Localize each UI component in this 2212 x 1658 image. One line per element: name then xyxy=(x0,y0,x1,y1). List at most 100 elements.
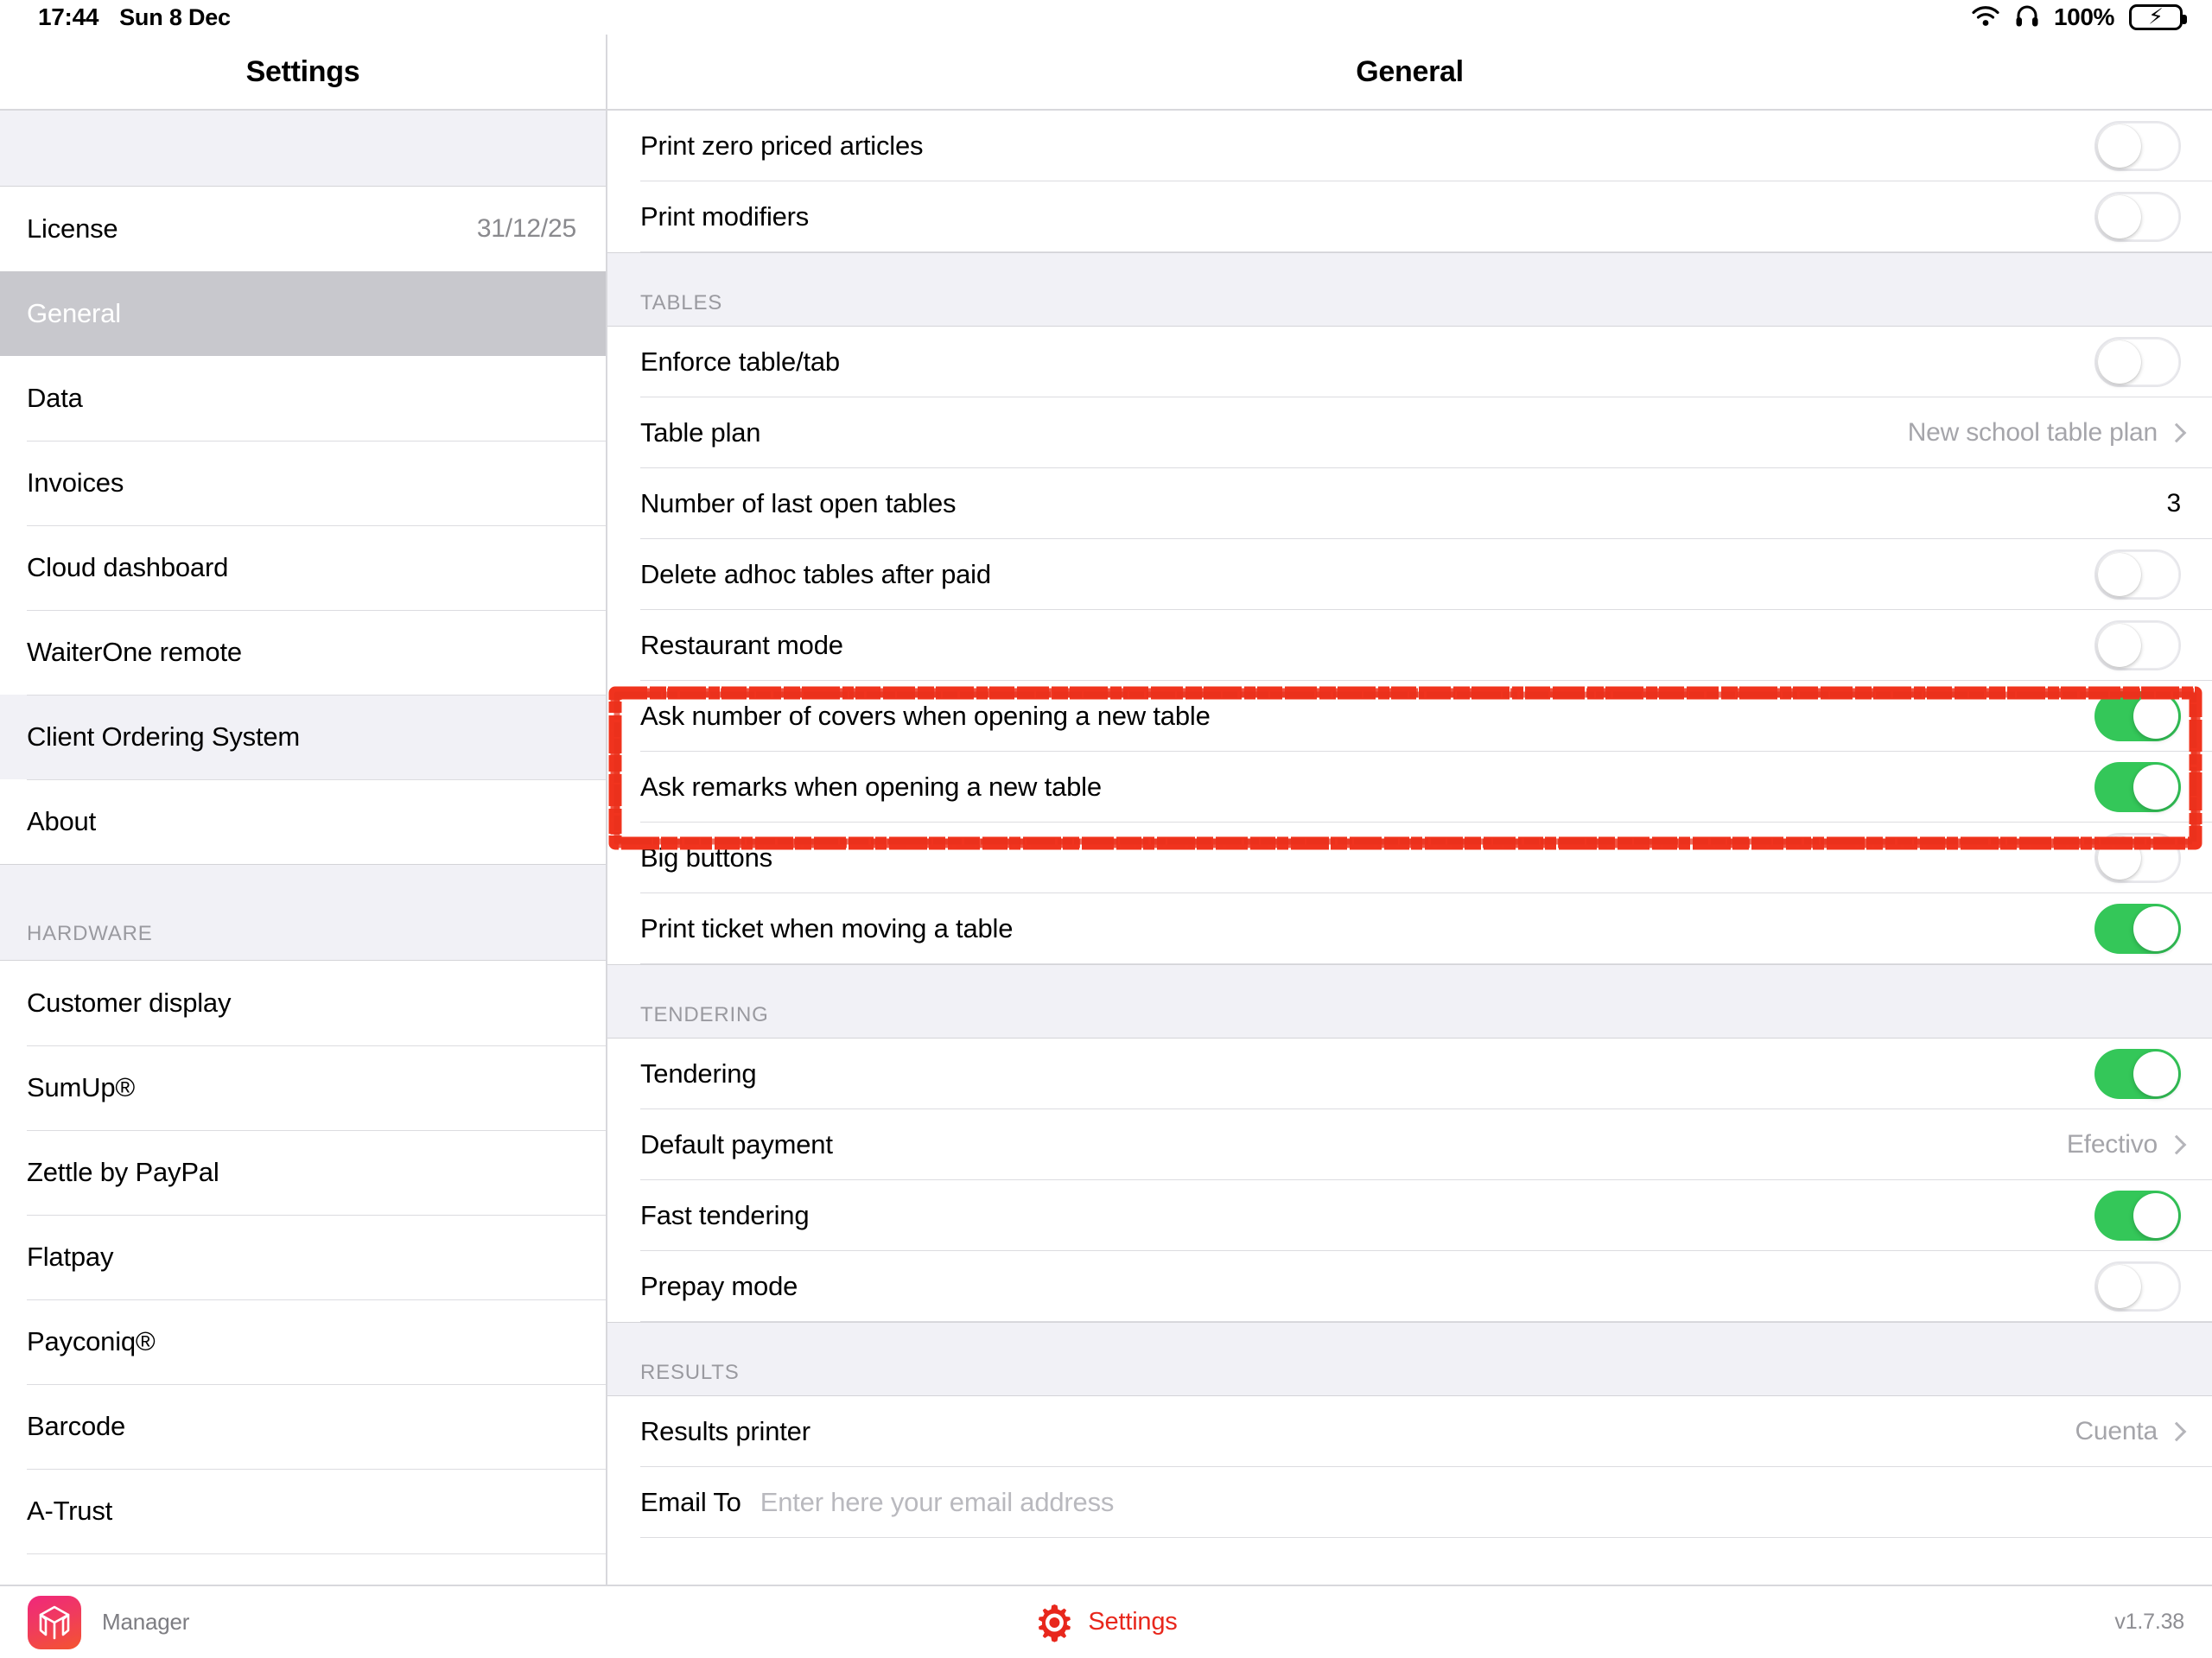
chevron-right-icon xyxy=(2170,1135,2181,1154)
row-label: Fast tendering xyxy=(640,1200,810,1230)
status-date: Sun 8 Dec xyxy=(119,3,231,30)
manager-label: Manager xyxy=(102,1609,190,1635)
status-bar: 17:44 Sun 8 Dec 100% ⚡ xyxy=(0,0,2212,35)
sidebar-item-general[interactable]: General xyxy=(0,271,606,356)
row-label: Delete adhoc tables after paid xyxy=(640,559,991,589)
page-title: General xyxy=(1356,54,1464,88)
row-tendering[interactable]: Tendering xyxy=(607,1039,2212,1109)
table-plan-value: New school table plan xyxy=(1907,418,2158,447)
row-fast-tendering[interactable]: Fast tendering xyxy=(607,1180,2212,1251)
sidebar-item-label: About xyxy=(27,806,97,836)
app-version: v1.7.38 xyxy=(2114,1610,2184,1634)
sidebar-item-label: General xyxy=(27,298,121,328)
sidebar-item-a-trust[interactable]: A-Trust xyxy=(0,1469,606,1553)
sidebar-item-waiterone-remote[interactable]: WaiterOne remote xyxy=(0,610,606,695)
battery-charging-icon: ⚡ xyxy=(2129,4,2187,30)
sidebar-item-zettle-by-paypal[interactable]: Zettle by PayPal xyxy=(0,1130,606,1215)
sidebar-item-sumup[interactable]: SumUp® xyxy=(0,1045,606,1130)
row-label: Big buttons xyxy=(640,842,772,873)
chevron-right-icon xyxy=(2170,423,2181,442)
sidebar-item-label: A-Trust xyxy=(27,1496,113,1526)
toggle-prepay-mode[interactable] xyxy=(2094,1261,2181,1312)
sidebar-header: Settings xyxy=(0,35,606,111)
row-results-printer[interactable]: Results printer Cuenta xyxy=(607,1396,2212,1467)
row-label: Default payment xyxy=(640,1129,833,1159)
battery-percent: 100% xyxy=(2053,3,2114,30)
toggle-tendering[interactable] xyxy=(2094,1049,2181,1099)
sidebar-item-label: License xyxy=(27,213,118,244)
sidebar-section-hardware: HARDWARE xyxy=(0,864,606,961)
status-time: 17:44 xyxy=(38,3,99,30)
manager-app-button[interactable]: Manager xyxy=(28,1595,190,1649)
settings-label: Settings xyxy=(1088,1608,1178,1636)
number-of-last-open-tables-value: 3 xyxy=(2166,489,2182,518)
section-header-tendering: TENDERING xyxy=(607,964,2212,1039)
detail-header: General xyxy=(607,35,2212,111)
email-to-input[interactable] xyxy=(760,1487,1711,1518)
row-label: Prepay mode xyxy=(640,1271,798,1301)
settings-rows: Print zero priced articles Print modifie… xyxy=(607,111,2212,1585)
settings-app-button[interactable]: Settings xyxy=(1034,1603,1178,1642)
toggle-enforce-table-tab[interactable] xyxy=(2094,337,2181,387)
section-header-results: RESULTS xyxy=(607,1322,2212,1396)
sidebar-item-label: WaiterOne remote xyxy=(27,637,242,667)
chevron-right-icon xyxy=(2170,1422,2181,1441)
row-enforce-table-tab[interactable]: Enforce table/tab xyxy=(607,327,2212,397)
sidebar-item-flatpay[interactable]: Flatpay xyxy=(0,1215,606,1299)
headphones-icon xyxy=(2015,3,2039,32)
row-prepay-mode[interactable]: Prepay mode xyxy=(607,1251,2212,1322)
row-default-payment[interactable]: Default payment Efectivo xyxy=(607,1109,2212,1180)
toggle-delete-adhoc-tables-after-paid[interactable] xyxy=(2094,549,2181,600)
row-delete-adhoc-tables-after-paid[interactable]: Delete adhoc tables after paid xyxy=(607,539,2212,610)
row-label: Print zero priced articles xyxy=(640,130,924,161)
row-ask-remarks[interactable]: Ask remarks when opening a new table xyxy=(607,752,2212,823)
row-number-of-last-open-tables[interactable]: Number of last open tables 3 xyxy=(607,468,2212,539)
sidebar-top-spacer xyxy=(0,111,606,187)
sidebar-item-about[interactable]: About xyxy=(0,779,606,864)
row-restaurant-mode[interactable]: Restaurant mode xyxy=(607,610,2212,681)
toggle-print-modifiers[interactable] xyxy=(2094,192,2181,242)
sidebar-item-invoices[interactable]: Invoices xyxy=(0,441,606,525)
section-label: TABLES xyxy=(640,291,723,314)
section-header-tables: TABLES xyxy=(607,252,2212,327)
row-label: Restaurant mode xyxy=(640,630,843,660)
sidebar-item-barcode[interactable]: Barcode xyxy=(0,1384,606,1469)
toggle-restaurant-mode[interactable] xyxy=(2094,620,2181,670)
toggle-big-buttons[interactable] xyxy=(2094,833,2181,883)
toggle-fast-tendering[interactable] xyxy=(2094,1191,2181,1241)
sidebar-item-client-ordering-system[interactable]: Client Ordering System xyxy=(0,695,606,779)
row-label: Ask remarks when opening a new table xyxy=(640,772,1102,802)
toggle-ask-remarks[interactable] xyxy=(2094,762,2181,812)
sidebar-item-label: Payconiq® xyxy=(27,1326,156,1356)
wifi-icon xyxy=(1971,4,2000,31)
sidebar-item-customer-display[interactable]: Customer display xyxy=(0,961,606,1045)
row-label: Print ticket when moving a table xyxy=(640,913,1014,943)
row-print-modifiers[interactable]: Print modifiers xyxy=(607,181,2212,252)
row-ask-number-of-covers[interactable]: Ask number of covers when opening a new … xyxy=(607,681,2212,752)
cube-app-icon xyxy=(28,1595,81,1649)
sidebar-item-cloud-dashboard[interactable]: Cloud dashboard xyxy=(0,525,606,610)
sidebar-item-tse[interactable]: TSE xyxy=(0,1553,606,1585)
toggle-print-zero-priced-articles[interactable] xyxy=(2094,121,2181,171)
sidebar-item-label: Zettle by PayPal xyxy=(27,1157,219,1187)
row-email-to[interactable]: Email To xyxy=(607,1467,2212,1538)
sidebar-item-label: Cloud dashboard xyxy=(27,552,229,582)
toggle-print-ticket-when-moving-a-table[interactable] xyxy=(2094,904,2181,954)
toggle-ask-number-of-covers[interactable] xyxy=(2094,691,2181,741)
sidebar-section-label: HARDWARE xyxy=(27,922,153,945)
row-label: Tendering xyxy=(640,1058,757,1089)
row-big-buttons[interactable]: Big buttons xyxy=(607,823,2212,893)
sidebar-item-label: Barcode xyxy=(27,1411,126,1441)
row-label: Number of last open tables xyxy=(640,488,957,518)
row-print-zero-priced-articles[interactable]: Print zero priced articles xyxy=(607,111,2212,181)
sidebar-item-label: Flatpay xyxy=(27,1242,114,1272)
sidebar-item-license[interactable]: License 31/12/25 xyxy=(0,187,606,271)
row-label: Results printer xyxy=(640,1416,810,1446)
row-print-ticket-when-moving-a-table[interactable]: Print ticket when moving a table xyxy=(607,893,2212,964)
sidebar-item-data[interactable]: Data xyxy=(0,356,606,441)
settings-sidebar: Settings License 31/12/25 General Data I… xyxy=(0,35,607,1585)
sidebar-item-payconiq[interactable]: Payconiq® xyxy=(0,1299,606,1384)
row-label: Email To xyxy=(640,1487,741,1517)
general-detail-pane: General Print zero priced articles Print… xyxy=(607,35,2212,1585)
row-table-plan[interactable]: Table plan New school table plan xyxy=(607,397,2212,468)
